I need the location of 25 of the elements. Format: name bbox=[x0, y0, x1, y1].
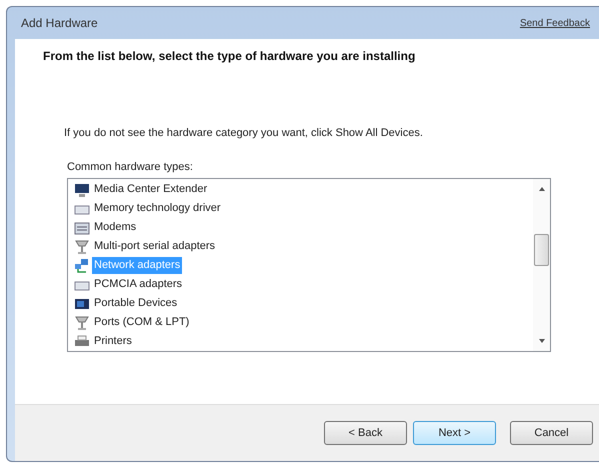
list-item[interactable]: PCMCIA adapters bbox=[92, 276, 184, 293]
port-icon bbox=[74, 238, 90, 254]
send-feedback-link[interactable]: Send Feedback bbox=[520, 18, 590, 28]
list-item[interactable]: Media Center Extender bbox=[92, 181, 210, 198]
list-item[interactable]: Ports (COM & LPT) bbox=[92, 314, 192, 331]
scroll-down-icon[interactable] bbox=[538, 337, 546, 345]
dialog-button[interactable]: Next > bbox=[413, 421, 496, 445]
scroll-thumb[interactable] bbox=[534, 234, 549, 266]
list-item[interactable]: Modems bbox=[92, 219, 138, 236]
list-label: Common hardware types: bbox=[66, 160, 194, 173]
instruction-text: If you do not see the hardware category you want, click Show All Devices. bbox=[63, 126, 424, 139]
dialog-button[interactable]: < Back bbox=[324, 421, 407, 445]
scroll-up-icon[interactable] bbox=[538, 185, 546, 193]
window-title: Add Hardware bbox=[21, 16, 98, 30]
page-heading: From the list below, select the type of hardware you are installing bbox=[42, 48, 416, 63]
monitor-icon bbox=[74, 182, 90, 198]
modem-icon bbox=[74, 220, 90, 236]
list-item[interactable]: Memory technology driver bbox=[92, 200, 223, 217]
list-item[interactable]: Multi-port serial adapters bbox=[92, 238, 218, 255]
port-icon bbox=[74, 314, 90, 330]
scrollbar[interactable] bbox=[533, 179, 550, 351]
dialog-button[interactable]: Cancel bbox=[510, 421, 593, 445]
network-icon bbox=[74, 258, 90, 274]
list-item[interactable]: Portable Devices bbox=[92, 295, 180, 312]
list-item[interactable]: Printers bbox=[92, 333, 134, 350]
